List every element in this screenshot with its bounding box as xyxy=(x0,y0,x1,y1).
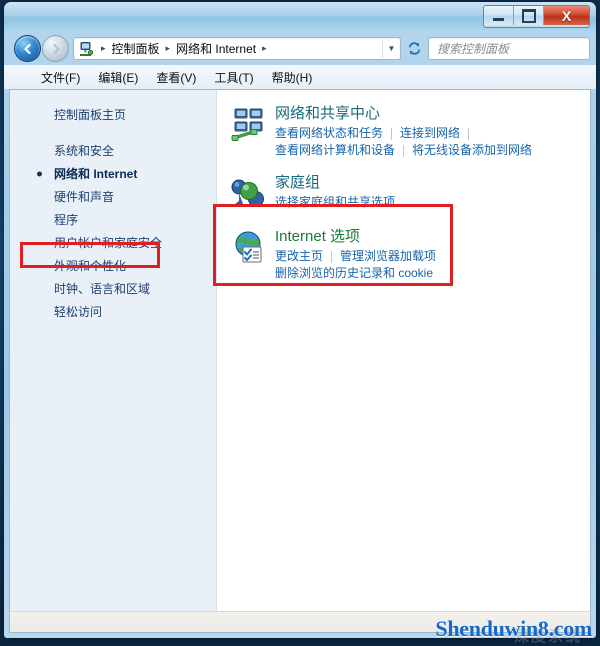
sidebar-item-clock-language-region[interactable]: 时钟、语言和区域 xyxy=(10,277,216,300)
sidebar-item-control-panel-home[interactable]: 控制面板主页 xyxy=(10,103,216,126)
sublink-choose-homegroup-options[interactable]: 选择家庭组和共享选项 xyxy=(275,194,395,211)
minimize-button[interactable] xyxy=(484,6,514,25)
sidebar-item-label: 网络和 Internet xyxy=(54,167,138,181)
sublink-row: 选择家庭组和共享选项 xyxy=(275,194,395,211)
sidebar-item-system-security[interactable]: 系统和安全 xyxy=(10,139,216,162)
network-sharing-icon xyxy=(229,104,269,144)
chevron-down-icon[interactable]: ▼ xyxy=(382,39,400,58)
menu-item-file[interactable]: 文件(F) xyxy=(32,67,89,88)
search-input[interactable] xyxy=(435,40,596,57)
breadcrumb-item-control-panel[interactable]: 控制面板 xyxy=(110,40,162,57)
category-network-sharing-center: 网络和共享中心 查看网络状态和任务 连接到网络 查看网络计算机和设备 将无线设备… xyxy=(229,104,590,159)
control-panel-icon xyxy=(78,41,94,57)
category-body: 家庭组 选择家庭组和共享选项 xyxy=(275,173,395,213)
sublink-divider xyxy=(391,127,393,140)
sidebar-item-label: 轻松访问 xyxy=(54,305,103,319)
sublink-connect-to-network[interactable]: 连接到网络 xyxy=(400,125,460,142)
title-bar: X xyxy=(4,2,596,31)
current-item-bullet-icon xyxy=(37,171,42,176)
sidebar-item-label: 系统和安全 xyxy=(54,144,115,158)
menu-item-tools[interactable]: 工具(T) xyxy=(205,67,262,88)
category-body: Internet 选项 更改主页 管理浏览器加载项 删除浏览的历史记录和 coo… xyxy=(275,227,436,282)
sublink-row: 删除浏览的历史记录和 cookie xyxy=(275,265,436,282)
menu-bar: 文件(F) 编辑(E) 查看(V) 工具(T) 帮助(H) xyxy=(4,65,596,89)
category-sublinks: 更改主页 管理浏览器加载项 删除浏览的历史记录和 cookie xyxy=(275,248,436,282)
control-panel-window: X ▼ xyxy=(4,2,596,638)
sidebar-item-appearance-personalization[interactable]: 外观和个性化 xyxy=(10,254,216,277)
sublink-divider xyxy=(468,127,470,140)
sidebar-item-label: 时钟、语言和区域 xyxy=(54,282,151,296)
menu-item-edit[interactable]: 编辑(E) xyxy=(89,67,147,88)
sidebar-item-programs[interactable]: 程序 xyxy=(10,208,216,231)
sublink-row: 查看网络状态和任务 连接到网络 xyxy=(275,125,532,142)
sidebar-item-network-internet[interactable]: 网络和 Internet xyxy=(10,162,216,185)
sublink-delete-browsing-history[interactable]: 删除浏览的历史记录和 cookie xyxy=(275,265,433,282)
sublink-change-homepage[interactable]: 更改主页 xyxy=(275,248,323,265)
sublink-row: 更改主页 管理浏览器加载项 xyxy=(275,248,436,265)
window-controls: X xyxy=(483,5,590,28)
sidebar-item-ease-of-access[interactable]: 轻松访问 xyxy=(10,300,216,323)
internet-options-icon xyxy=(229,227,269,267)
sublink-add-wireless-device[interactable]: 将无线设备添加到网络 xyxy=(412,142,532,159)
category-sublinks: 查看网络状态和任务 连接到网络 查看网络计算机和设备 将无线设备添加到网络 xyxy=(275,125,532,159)
sidebar-item-hardware-sound[interactable]: 硬件和声音 xyxy=(10,185,216,208)
sublink-row: 查看网络计算机和设备 将无线设备添加到网络 xyxy=(275,142,532,159)
sidebar-item-label: 外观和个性化 xyxy=(54,259,127,273)
breadcrumb: ▸ 控制面板 ▸ 网络和 Internet ▸ xyxy=(97,40,382,57)
navigation-toolbar: ▼ ▸ 控制面板 ▸ 网络和 Internet ▸ ▼ xyxy=(4,31,596,65)
breadcrumb-separator-1[interactable]: ▸ xyxy=(162,43,175,54)
menu-item-view[interactable]: 查看(V) xyxy=(147,67,205,88)
refresh-icon xyxy=(408,42,420,55)
homegroup-icon xyxy=(229,173,269,213)
refresh-button[interactable] xyxy=(402,37,426,60)
close-icon: X xyxy=(561,7,572,24)
watermark: Shenduwin8.com xyxy=(435,616,592,641)
close-button[interactable]: X xyxy=(544,6,589,25)
category-title-link[interactable]: Internet 选项 xyxy=(275,228,436,246)
category-body: 网络和共享中心 查看网络状态和任务 连接到网络 查看网络计算机和设备 将无线设备… xyxy=(275,104,532,159)
breadcrumb-item-network-internet[interactable]: 网络和 Internet xyxy=(174,40,258,57)
sublink-view-network-status[interactable]: 查看网络状态和任务 xyxy=(275,125,383,142)
content-area: 网络和共享中心 查看网络状态和任务 连接到网络 查看网络计算机和设备 将无线设备… xyxy=(213,90,590,611)
maximize-button[interactable] xyxy=(514,6,544,25)
sublink-view-network-computers[interactable]: 查看网络计算机和设备 xyxy=(275,142,395,159)
category-title-link[interactable]: 家庭组 xyxy=(275,174,395,192)
back-arrow-icon xyxy=(23,43,31,54)
category-sublinks: 选择家庭组和共享选项 xyxy=(275,194,395,211)
sidebar-item-label: 程序 xyxy=(54,213,79,227)
category-homegroup: 家庭组 选择家庭组和共享选项 xyxy=(229,173,590,213)
category-internet-options: Internet 选项 更改主页 管理浏览器加载项 删除浏览的历史记录和 coo… xyxy=(229,227,590,282)
sublink-divider xyxy=(331,250,333,263)
client-area: 控制面板主页 系统和安全 网络和 Internet 硬件和声音 程序 用户帐户和… xyxy=(9,89,591,611)
sidebar-item-label: 硬件和声音 xyxy=(54,190,115,204)
back-button[interactable] xyxy=(14,35,41,62)
sidebar-item-label: 用户帐户和家庭安全 xyxy=(54,236,163,250)
sublink-manage-browser-addons[interactable]: 管理浏览器加载项 xyxy=(340,248,436,265)
minimize-icon xyxy=(493,17,504,21)
forward-button[interactable] xyxy=(42,35,69,62)
sidebar-navigation: 控制面板主页 系统和安全 网络和 Internet 硬件和声音 程序 用户帐户和… xyxy=(10,90,217,611)
forward-arrow-icon xyxy=(52,43,60,54)
address-bar[interactable]: ▸ 控制面板 ▸ 网络和 Internet ▸ ▼ xyxy=(73,37,401,60)
category-title-link[interactable]: 网络和共享中心 xyxy=(275,105,532,123)
menu-item-help[interactable]: 帮助(H) xyxy=(263,67,322,88)
breadcrumb-separator-0: ▸ xyxy=(101,43,106,53)
sublink-divider xyxy=(403,144,405,157)
maximize-icon xyxy=(521,8,536,23)
breadcrumb-separator-2[interactable]: ▸ xyxy=(258,43,271,54)
search-box[interactable] xyxy=(428,37,596,60)
sidebar-item-user-accounts[interactable]: 用户帐户和家庭安全 xyxy=(10,231,216,254)
